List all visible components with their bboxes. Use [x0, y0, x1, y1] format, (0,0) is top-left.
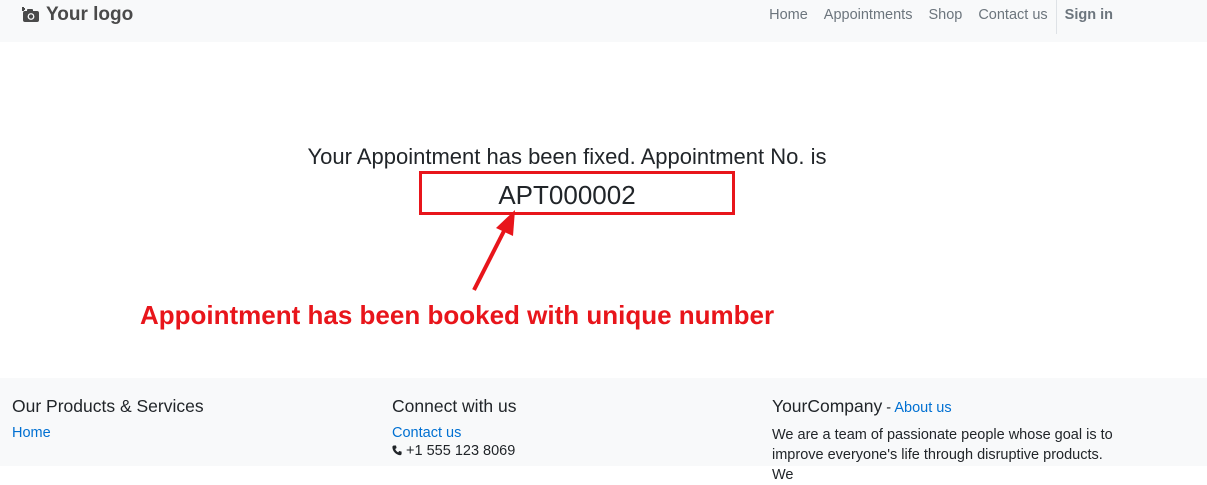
phone-icon [392, 445, 402, 456]
confirmation-message: Your Appointment has been fixed. Appoint… [307, 144, 827, 169]
navbar: Your logo Home Appointments Shop Contact… [0, 0, 1207, 42]
footer-connect-title: Connect with us [392, 396, 517, 416]
footer-company-text: We are a team of passionate people whose… [772, 427, 1113, 483]
sign-in-link[interactable]: Sign in [1065, 7, 1113, 23]
main-nav: Home Appointments Shop Contact us Sign i… [753, 0, 1207, 34]
logo[interactable]: Your logo [22, 4, 133, 26]
nav-contact-us[interactable]: Contact us [978, 7, 1047, 23]
nav-home[interactable]: Home [769, 7, 808, 23]
footer-company-title: YourCompany [772, 396, 883, 416]
footer-phone-number: +1 555 123 8069 [406, 443, 516, 459]
footer-home-link[interactable]: Home [12, 425, 51, 441]
logo-text: Your logo [46, 4, 134, 25]
footer: Our Products & Services Home Connect wit… [0, 378, 1207, 483]
footer-contact-link[interactable]: Contact us [392, 425, 461, 441]
nav-divider [1055, 0, 1057, 34]
footer-phone: +1 555 123 8069 [392, 443, 517, 459]
footer-company-sep: - [882, 400, 895, 416]
footer-col-products: Our Products & Services Home [12, 396, 204, 441]
footer-about-link[interactable]: About us [894, 400, 951, 416]
annotation-text: Appointment has been booked with unique … [140, 300, 775, 330]
annotation-arrow-icon [472, 210, 515, 291]
nav-appointments[interactable]: Appointments [824, 7, 913, 23]
camera-icon [22, 7, 39, 22]
footer-col-company: YourCompany - About us We are a team of … [772, 396, 1124, 485]
footer-company-heading: YourCompany - About us [772, 396, 1124, 417]
footer-products-title: Our Products & Services [12, 396, 204, 416]
nav-shop[interactable]: Shop [928, 7, 962, 23]
footer-col-connect: Connect with us Contact us +1 555 123 80… [392, 396, 517, 459]
